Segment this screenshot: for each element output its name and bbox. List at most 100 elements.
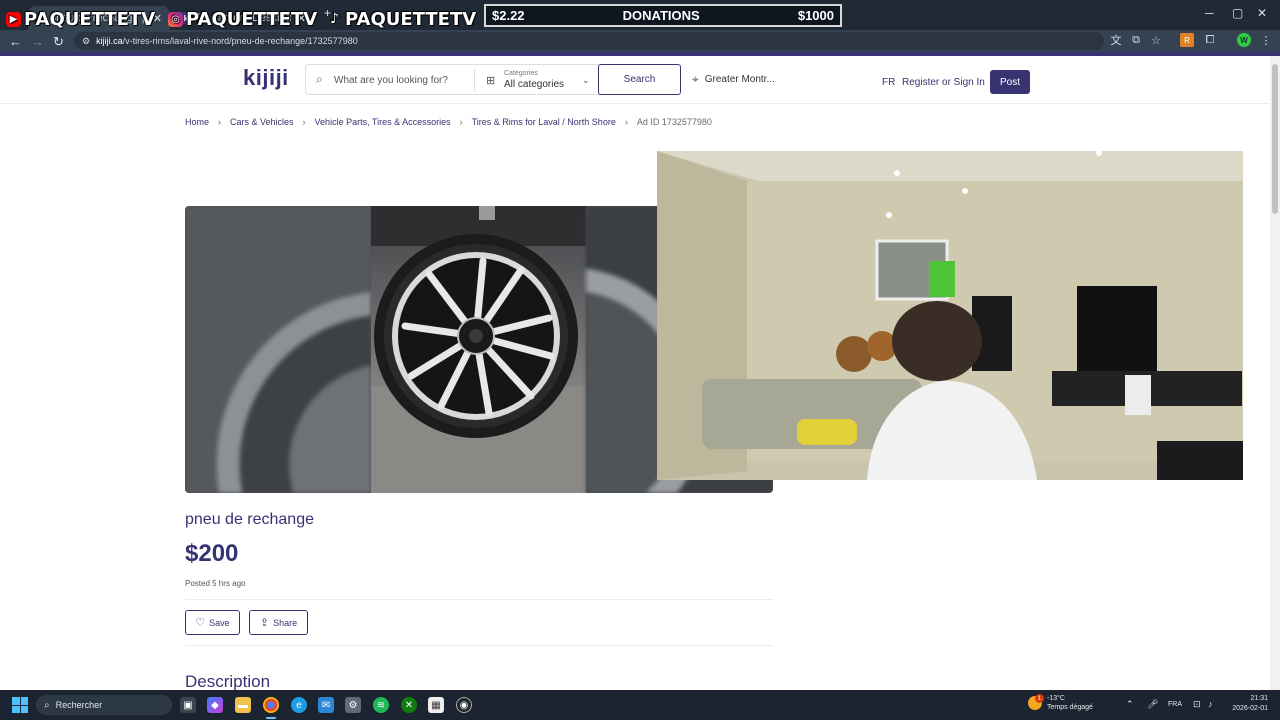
- category-label: Categories: [504, 70, 538, 77]
- taskbar-search[interactable]: ⌕ Rechercher: [36, 695, 172, 715]
- search-input[interactable]: [334, 69, 474, 91]
- logo-text: kijiji: [243, 65, 289, 90]
- donation-goal: $1000: [797, 8, 834, 23]
- share-label: Share: [273, 617, 298, 628]
- profile-avatar[interactable]: W: [1237, 33, 1251, 47]
- mail-icon[interactable]: ✉: [318, 697, 334, 713]
- share-icon: ⇪: [259, 617, 270, 629]
- kijiji-logo[interactable]: kijiji: [243, 65, 289, 91]
- xbox-icon[interactable]: ✕: [401, 697, 417, 713]
- save-button[interactable]: ♡ Save: [185, 610, 240, 635]
- posted-time: Posted 5 hrs ago: [185, 579, 246, 588]
- clock-date: 2026-02-01: [1232, 705, 1268, 712]
- grid-icon: ⊞: [486, 75, 496, 87]
- menu-dots-icon[interactable]: ⋮: [1259, 33, 1273, 47]
- search-button[interactable]: Search: [598, 64, 681, 95]
- breadcrumb-home[interactable]: Home: [185, 117, 209, 127]
- breadcrumb-vehicle-parts[interactable]: Vehicle Parts, Tires & Accessories: [315, 117, 451, 127]
- copilot-icon[interactable]: ◆: [207, 697, 223, 713]
- chevron-right-icon: ›: [624, 117, 628, 127]
- tiktok-handle: PAQUETTETV: [345, 8, 477, 30]
- category-select[interactable]: ⊞ Categories All categories ⌄: [484, 69, 596, 91]
- edge-icon[interactable]: e: [291, 697, 307, 713]
- gallery-blur-left: [185, 206, 371, 493]
- file-explorer-icon[interactable]: ▬: [235, 697, 251, 713]
- spotify-icon[interactable]: ≋: [373, 697, 389, 713]
- page-scrollbar[interactable]: [1270, 56, 1280, 690]
- extensions-puzzle-icon[interactable]: ⧠: [1203, 33, 1217, 47]
- youtube-icon: ▶: [6, 11, 21, 27]
- scrollbar-thumb[interactable]: [1272, 64, 1278, 214]
- network-icon[interactable]: ⊡: [1193, 699, 1201, 710]
- system-clock[interactable]: 21:31 2026-02-01: [1226, 694, 1268, 714]
- maximize-icon[interactable]: ▢: [1232, 6, 1243, 20]
- windows-start-icon[interactable]: [12, 697, 28, 713]
- chevron-down-icon: ⌄: [582, 75, 590, 85]
- instagram-handle: PAQUETTETV: [186, 8, 318, 30]
- store-icon[interactable]: ▦: [428, 697, 444, 713]
- search-bar: ⌕ ⊞ Categories All categories ⌄ Search: [305, 64, 681, 95]
- address-bar-row: ← → ↻ ⚙ kijiji.ca/v-tires-rims/laval-riv…: [0, 30, 1280, 52]
- close-window-icon[interactable]: ✕: [1257, 6, 1267, 20]
- save-label: Save: [209, 617, 230, 628]
- weather-temp: -13°C: [1047, 695, 1065, 702]
- back-arrow-icon[interactable]: ←: [9, 34, 22, 49]
- url-host: kijiji.ca: [96, 36, 123, 46]
- url-path: /v-tires-rims/laval-rive-nord/pneu-de-re…: [122, 36, 358, 46]
- donation-bar: $2.22 DONATIONS $1000: [484, 4, 842, 27]
- webcam-overlay: [657, 151, 1243, 480]
- settings-gear-icon[interactable]: ⚙: [345, 697, 361, 713]
- post-ad-button[interactable]: Post: [990, 70, 1030, 94]
- chrome-icon[interactable]: [263, 697, 279, 719]
- forward-arrow-icon[interactable]: →: [31, 34, 44, 49]
- site-header: kijiji ⌕ ⊞ Categories All categories ⌄ S…: [0, 56, 1270, 104]
- site-info-icon[interactable]: ⚙: [82, 36, 90, 47]
- tray-chevron-up-icon[interactable]: ⌃: [1126, 699, 1134, 710]
- language-indicator[interactable]: FRA: [1168, 701, 1182, 708]
- language-toggle[interactable]: FR: [882, 77, 895, 88]
- divider: [185, 599, 773, 600]
- breadcrumb: Home › Cars & Vehicles › Vehicle Parts, …: [185, 117, 712, 127]
- instagram-icon: ◎: [168, 11, 183, 27]
- description-heading: Description: [185, 672, 271, 691]
- webcam-room-illustration: [657, 151, 1243, 480]
- overlay-youtube: ▶ PAQUETTETV: [6, 8, 156, 30]
- ad-id: Ad ID 1732577980: [636, 117, 712, 127]
- share-button[interactable]: ⇪ Share: [249, 610, 308, 635]
- youtube-handle: PAQUETTETV: [24, 8, 156, 30]
- chevron-right-icon: ›: [302, 117, 306, 127]
- search-icon: ⌕: [44, 699, 50, 711]
- taskbar-search-placeholder: Rechercher: [55, 700, 103, 710]
- extension-icon[interactable]: R: [1180, 33, 1194, 47]
- divider: [474, 69, 475, 91]
- url-field[interactable]: ⚙ kijiji.ca/v-tires-rims/laval-rive-nord…: [74, 32, 1104, 50]
- listing-photo-tire[interactable]: [371, 206, 586, 493]
- overlay-tiktok: ♪ PAQUETTETV: [327, 8, 477, 30]
- translate-icon[interactable]: 文: [1109, 33, 1123, 47]
- tiktok-icon: ♪: [330, 11, 339, 27]
- divider: [185, 645, 773, 646]
- donation-current: $2.22: [492, 8, 525, 23]
- chevron-right-icon: ›: [218, 117, 222, 127]
- breadcrumb-tires-rims[interactable]: Tires & Rims for Laval / North Shore: [472, 117, 616, 127]
- cast-icon[interactable]: ⧉: [1129, 33, 1143, 47]
- listing-price: $200: [185, 540, 239, 567]
- location-selector[interactable]: ⌖ Greater Montr...: [692, 72, 775, 87]
- register-signin-link[interactable]: Register or Sign In: [902, 77, 985, 88]
- bookmark-star-icon[interactable]: ☆: [1149, 33, 1163, 47]
- volume-icon[interactable]: ♪: [1208, 699, 1213, 709]
- obs-icon[interactable]: ◉: [456, 697, 472, 713]
- weather-description: Temps dégagé: [1047, 704, 1093, 711]
- minimize-icon[interactable]: ─: [1205, 6, 1214, 20]
- microphone-icon[interactable]: 🎤︎: [1147, 699, 1158, 710]
- category-value: All categories: [504, 79, 565, 90]
- donation-label: DONATIONS: [622, 8, 700, 23]
- search-icon: ⌕: [316, 72, 323, 86]
- listing-title: pneu de rechange: [185, 511, 314, 528]
- heart-icon: ♡: [195, 617, 206, 629]
- task-view-icon[interactable]: ▣: [180, 697, 196, 713]
- location-text: Greater Montr...: [704, 74, 775, 85]
- breadcrumb-cars-vehicles[interactable]: Cars & Vehicles: [230, 117, 294, 127]
- reload-icon[interactable]: ↻: [53, 34, 64, 50]
- clock-time: 21:31: [1250, 695, 1268, 702]
